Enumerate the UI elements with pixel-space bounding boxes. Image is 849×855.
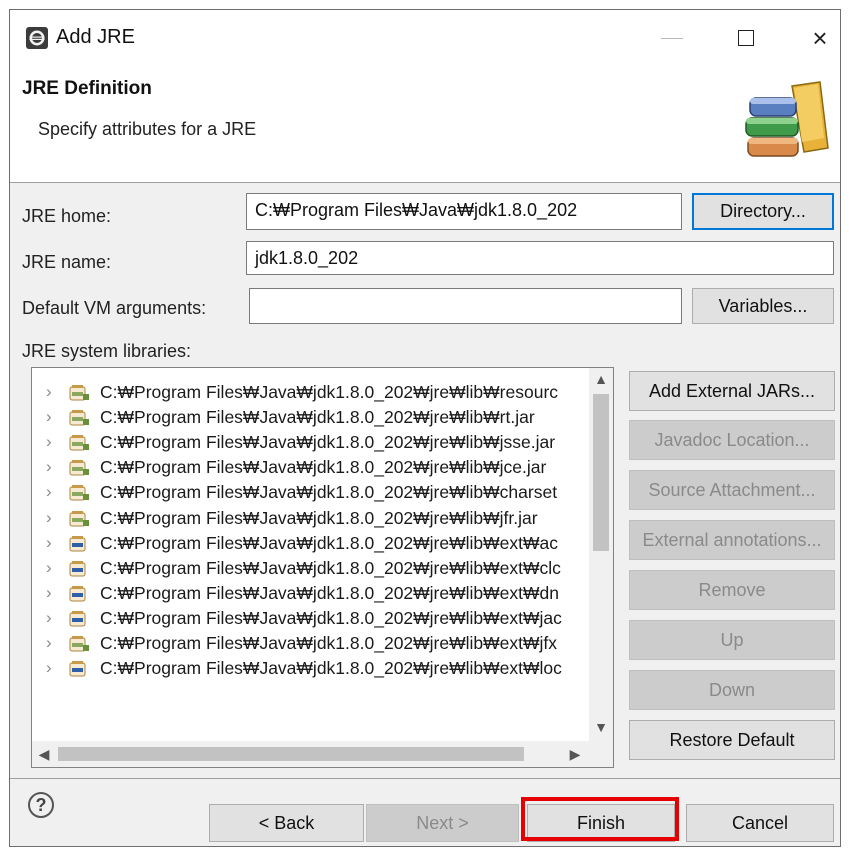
jar-icon (69, 560, 86, 577)
expand-arrow-icon[interactable]: › (46, 432, 52, 452)
scroll-right-icon[interactable]: ▶ (563, 746, 587, 763)
library-path: C:₩Program Files₩Java₩jdk1.8.0_202₩jre₩l… (100, 557, 561, 578)
expand-arrow-icon[interactable]: › (46, 407, 52, 427)
library-row[interactable]: › C:₩Program Files₩Java₩jdk1.8.0_202₩jre₩… (32, 632, 588, 657)
add-jre-dialog: Add JRE × JRE Definition Specify attribu… (9, 9, 841, 847)
jre-home-input[interactable]: C:₩Program Files₩Java₩jdk1.8.0_202 (246, 193, 682, 230)
finish-highlight-box (521, 797, 679, 841)
footer-separator (10, 778, 840, 779)
minimize-icon (661, 37, 683, 39)
help-icon: ? (35, 794, 47, 815)
library-row[interactable]: › C:₩Program Files₩Java₩jdk1.8.0_202₩jre₩… (32, 607, 588, 632)
jar-source-icon (69, 636, 89, 652)
library-path: C:₩Program Files₩Java₩jdk1.8.0_202₩jre₩l… (100, 507, 538, 528)
back-button[interactable]: < Back (209, 804, 364, 842)
library-row[interactable]: › C:₩Program Files₩Java₩jdk1.8.0_202₩jre₩… (32, 456, 588, 481)
javadoc-location-button[interactable]: Javadoc Location... (629, 420, 835, 460)
library-row[interactable]: › C:₩Program Files₩Java₩jdk1.8.0_202₩jre₩… (32, 431, 588, 456)
library-path: C:₩Program Files₩Java₩jdk1.8.0_202₩jre₩l… (100, 582, 559, 603)
expand-arrow-icon[interactable]: › (46, 508, 52, 528)
horizontal-scroll-thumb[interactable] (58, 747, 524, 761)
library-path: C:₩Program Files₩Java₩jdk1.8.0_202₩jre₩l… (100, 382, 559, 402)
library-row[interactable]: › C:₩Program Files₩Java₩jdk1.8.0_202₩jre₩… (32, 557, 588, 582)
scroll-left-icon[interactable]: ◀ (32, 746, 56, 763)
page-description: Specify attributes for a JRE (38, 119, 257, 139)
expand-arrow-icon[interactable]: › (46, 382, 52, 402)
vertical-scroll-thumb[interactable] (593, 394, 609, 551)
library-path: C:₩Program Files₩Java₩jdk1.8.0_202₩jre₩l… (100, 432, 556, 453)
minimize-button[interactable] (650, 16, 694, 60)
library-path: C:₩Program Files₩Java₩jdk1.8.0_202₩jre₩l… (100, 482, 558, 503)
jar-icon (69, 535, 86, 552)
external-annotations-button[interactable]: External annotations... (629, 520, 835, 560)
library-path: C:₩Program Files₩Java₩jdk1.8.0_202₩jre₩l… (100, 607, 562, 628)
horizontal-scrollbar[interactable]: ◀ ▶ (32, 741, 589, 767)
variables-button[interactable]: Variables... (692, 288, 834, 324)
scrollbar-corner (589, 741, 613, 767)
library-row[interactable]: › C:₩Program Files₩Java₩jdk1.8.0_202₩jre₩… (32, 532, 588, 557)
library-row[interactable]: › C:₩Program Files₩Java₩jdk1.8.0_202₩jre₩… (32, 381, 588, 406)
library-row[interactable]: › C:₩Program Files₩Java₩jdk1.8.0_202₩jre₩… (32, 481, 588, 506)
directory-button[interactable]: Directory... (692, 193, 834, 230)
jar-icon (69, 610, 86, 627)
jar-source-icon (69, 485, 89, 501)
expand-arrow-icon[interactable]: › (46, 658, 52, 678)
eclipse-app-icon (26, 27, 48, 49)
add-external-jars-button[interactable]: Add External JARs... (629, 371, 835, 411)
remove-button[interactable]: Remove (629, 570, 835, 610)
jar-source-icon (69, 385, 89, 401)
expand-arrow-icon[interactable]: › (46, 583, 52, 603)
title-bar: Add JRE × (10, 10, 840, 66)
scroll-up-icon[interactable]: ▲ (589, 371, 613, 387)
library-row[interactable]: › C:₩Program Files₩Java₩jdk1.8.0_202₩jre₩… (32, 507, 588, 532)
library-tree[interactable]: › C:₩Program Files₩Java₩jdk1.8.0_202₩jre₩… (31, 367, 614, 768)
expand-arrow-icon[interactable]: › (46, 633, 52, 653)
jar-source-icon (69, 460, 89, 476)
vertical-scrollbar[interactable]: ▲ ▼ (589, 368, 613, 741)
window-title: Add JRE (56, 26, 135, 48)
jre-name-label: JRE name: (22, 252, 112, 272)
page-title: JRE Definition (22, 78, 152, 99)
jar-source-icon (69, 435, 89, 451)
library-path: C:₩Program Files₩Java₩jdk1.8.0_202₩jre₩l… (100, 633, 558, 653)
maximize-icon (738, 30, 754, 46)
library-path: C:₩Program Files₩Java₩jdk1.8.0_202₩jre₩l… (100, 407, 535, 428)
scroll-down-icon[interactable]: ▼ (589, 719, 613, 735)
expand-arrow-icon[interactable]: › (46, 558, 52, 578)
expand-arrow-icon[interactable]: › (46, 608, 52, 628)
library-path: C:₩Program Files₩Java₩jdk1.8.0_202₩jre₩l… (100, 658, 562, 679)
cancel-button[interactable]: Cancel (686, 804, 834, 842)
close-button[interactable]: × (798, 16, 840, 60)
jar-icon (69, 585, 86, 602)
source-attachment-button[interactable]: Source Attachment... (629, 470, 835, 510)
help-button[interactable]: ? (28, 792, 54, 818)
jar-source-icon (69, 410, 89, 426)
jar-source-icon (69, 510, 89, 526)
expand-arrow-icon[interactable]: › (46, 482, 52, 502)
expand-arrow-icon[interactable]: › (46, 457, 52, 477)
library-path: C:₩Program Files₩Java₩jdk1.8.0_202₩jre₩l… (100, 532, 559, 553)
down-button[interactable]: Down (629, 670, 835, 710)
libraries-label: JRE system libraries: (22, 341, 192, 361)
vm-args-input[interactable] (249, 288, 682, 324)
next-button[interactable]: Next > (366, 804, 519, 842)
jre-home-label: JRE home: (22, 206, 112, 226)
library-row[interactable]: › C:₩Program Files₩Java₩jdk1.8.0_202₩jre₩… (32, 582, 588, 607)
vm-args-label: Default VM arguments: (22, 298, 207, 318)
expand-arrow-icon[interactable]: › (46, 533, 52, 553)
library-row[interactable]: › C:₩Program Files₩Java₩jdk1.8.0_202₩jre₩… (32, 406, 588, 431)
library-books-icon (745, 81, 829, 157)
maximize-button[interactable] (724, 16, 768, 60)
jar-icon (69, 661, 86, 677)
library-path: C:₩Program Files₩Java₩jdk1.8.0_202₩jre₩l… (100, 457, 547, 478)
jre-name-input[interactable]: jdk1.8.0_202 (246, 241, 834, 275)
library-row[interactable]: › C:₩Program Files₩Java₩jdk1.8.0_202₩jre₩… (32, 657, 588, 682)
up-button[interactable]: Up (629, 620, 835, 660)
restore-default-button[interactable]: Restore Default (629, 720, 835, 760)
dialog-header: JRE Definition Specify attributes for a … (10, 66, 840, 183)
close-icon: × (812, 23, 828, 53)
